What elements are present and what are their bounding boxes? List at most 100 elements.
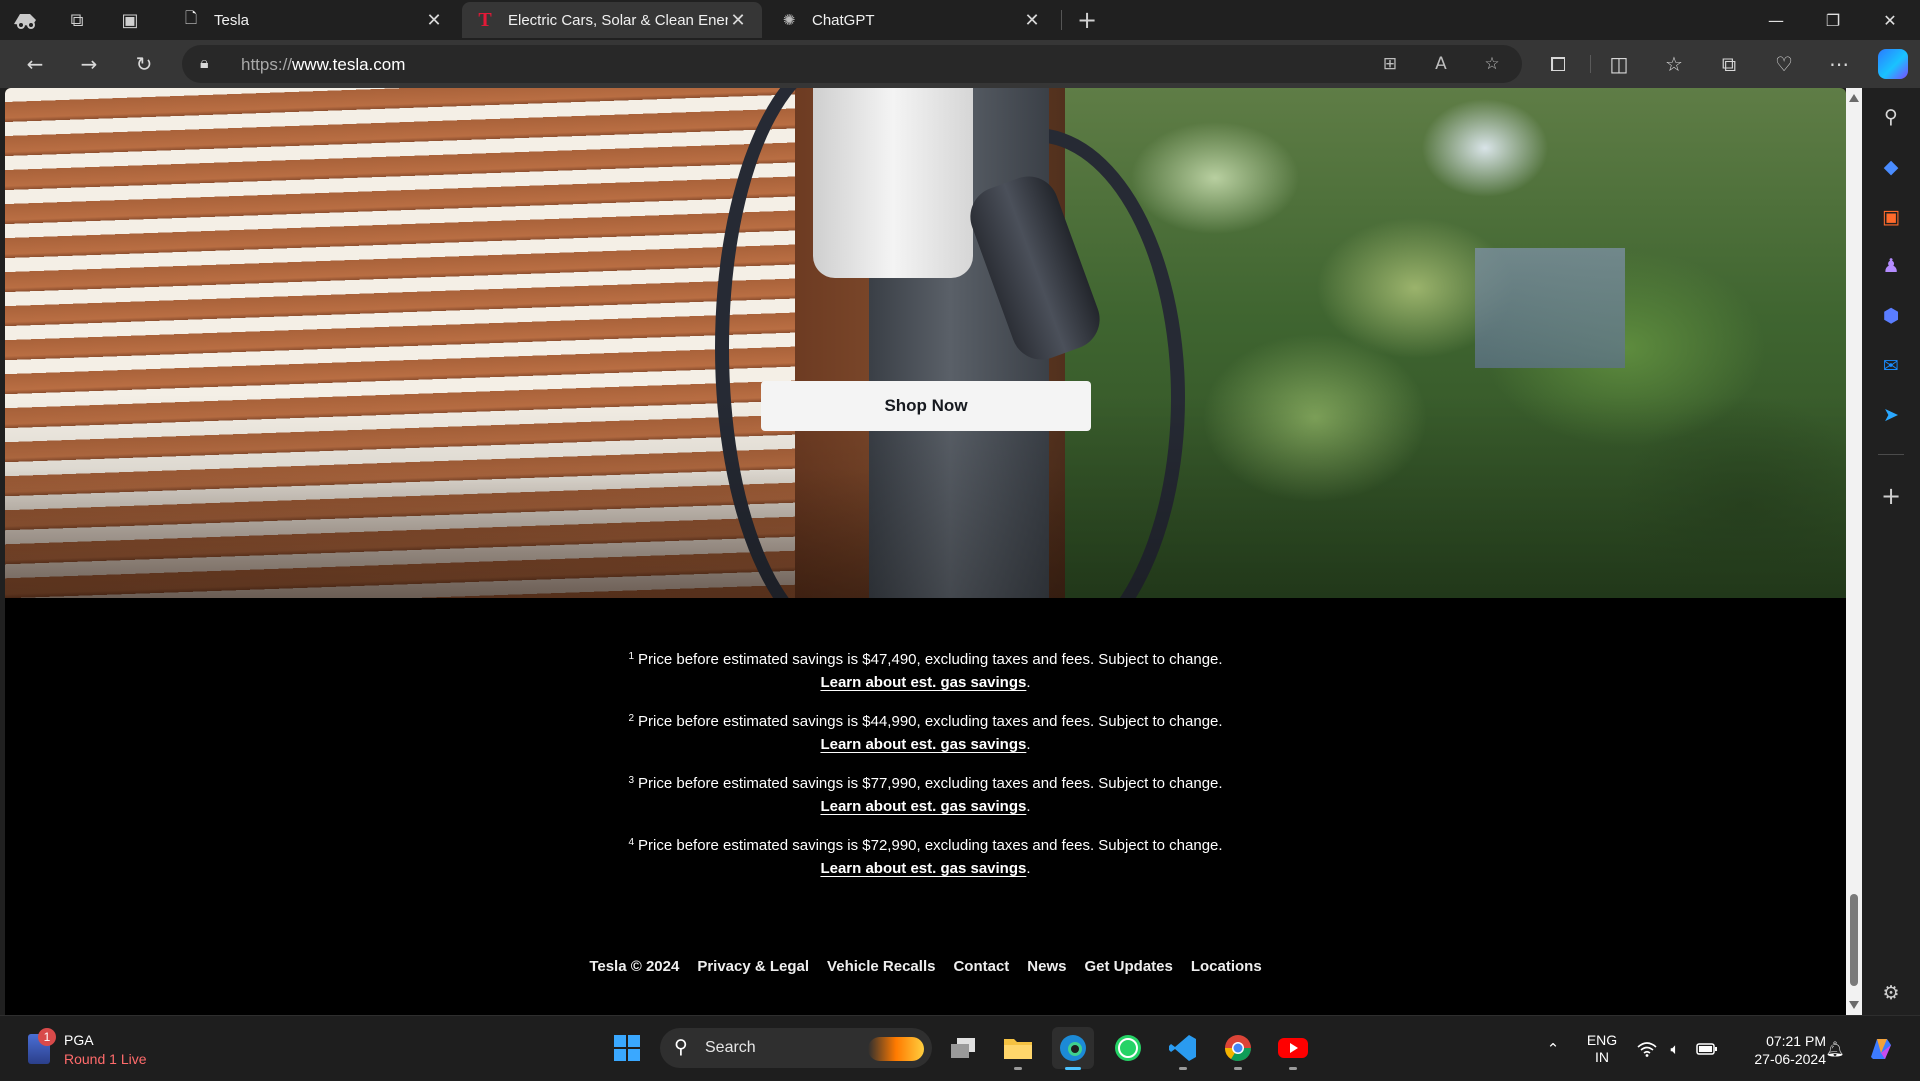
- back-button[interactable]: ←: [18, 48, 52, 80]
- app-available-icon[interactable]: ⊞: [1375, 50, 1405, 78]
- chrome-button[interactable]: [1217, 1027, 1259, 1070]
- search-icon: ⚲: [674, 1036, 688, 1058]
- tab-chatgpt[interactable]: ✺ ChatGPT ✕: [766, 2, 1056, 38]
- taskbar-search[interactable]: ⚲ Search: [660, 1028, 932, 1068]
- gas-savings-link[interactable]: Learn about est. gas savings: [820, 798, 1026, 815]
- settings-gear-icon[interactable]: ⚙: [1876, 978, 1906, 1008]
- footnote-text-line: 1 Price before estimated savings is $47,4…: [5, 648, 1846, 671]
- footnote-link-line: Learn about est. gas savings.: [5, 733, 1846, 756]
- battery-icon[interactable]: [1694, 1016, 1720, 1081]
- tesla-logo-icon: T: [478, 8, 492, 31]
- footnote: 1 Price before estimated savings is $47,4…: [5, 648, 1846, 694]
- page-viewport: Shop Now 1 Price before estimated savings…: [5, 88, 1846, 1015]
- clock[interactable]: 07:21 PM 27-06-2024: [1732, 1032, 1826, 1068]
- running-indicator: [1234, 1067, 1242, 1070]
- page-scrollbar[interactable]: [1846, 88, 1862, 1015]
- footer-link-privacy[interactable]: Privacy & Legal: [697, 958, 809, 975]
- wifi-icon[interactable]: [1634, 1016, 1660, 1081]
- task-view-button[interactable]: [942, 1027, 984, 1069]
- footnote: 4 Price before estimated savings is $72,9…: [5, 834, 1846, 880]
- close-window-button[interactable]: ✕: [1862, 0, 1918, 40]
- gas-savings-link[interactable]: Learn about est. gas savings: [820, 736, 1026, 753]
- footnote-text-line: 3 Price before estimated savings is $77,9…: [5, 772, 1846, 795]
- add-icon[interactable]: +: [1876, 481, 1906, 511]
- tools-icon[interactable]: ▣: [1876, 202, 1906, 232]
- search-highlight-icon: [868, 1037, 924, 1061]
- url-protocol: https://: [241, 55, 293, 74]
- outlook-icon[interactable]: ✉: [1876, 351, 1906, 381]
- toolbar-divider: [1590, 55, 1591, 73]
- forward-button[interactable]: →: [72, 48, 106, 80]
- footer-link-locations[interactable]: Locations: [1191, 958, 1262, 975]
- footnote-text: Price before estimated savings is $47,49…: [638, 651, 1223, 668]
- close-tab-icon[interactable]: ✕: [424, 10, 444, 31]
- show-hidden-icons-chevron-icon[interactable]: ⌃: [1540, 1016, 1566, 1081]
- youtube-button[interactable]: [1272, 1027, 1314, 1070]
- restore-button[interactable]: ❐: [1805, 0, 1861, 40]
- input-language[interactable]: ENG IN: [1582, 1032, 1622, 1066]
- file-explorer-button[interactable]: [997, 1027, 1039, 1070]
- url-text[interactable]: https://www.tesla.com: [241, 55, 405, 75]
- lock-icon[interactable]: 🔒︎: [200, 53, 209, 73]
- whatsapp-button[interactable]: [1107, 1027, 1149, 1069]
- footer-link-news[interactable]: News: [1027, 958, 1066, 975]
- copilot-icon[interactable]: [1878, 49, 1908, 79]
- vscode-button[interactable]: [1162, 1027, 1204, 1070]
- widget-subtitle: Round 1 Live: [64, 1051, 147, 1067]
- hero-image: Shop Now: [5, 88, 1846, 598]
- send-icon[interactable]: ➤: [1876, 400, 1906, 430]
- footer-link-contact[interactable]: Contact: [953, 958, 1009, 975]
- tab-tesla[interactable]: 🗋 Tesla ✕: [168, 2, 458, 38]
- scroll-up-arrow[interactable]: [1849, 94, 1859, 102]
- gas-savings-link[interactable]: Learn about est. gas savings: [820, 674, 1026, 691]
- workspaces-icon[interactable]: ⧉: [64, 7, 90, 33]
- split-screen-icon[interactable]: ◫: [1602, 48, 1636, 80]
- tab-strip: ⧉ ▣ 🗋 Tesla ✕ T Electric Cars, Solar & C…: [0, 0, 1920, 40]
- tab-actions-icon[interactable]: ▣: [117, 7, 143, 33]
- read-aloud-icon[interactable]: A: [1426, 50, 1456, 78]
- shopping-tag-icon[interactable]: ◆: [1876, 152, 1906, 182]
- copilot-taskbar-icon[interactable]: [1864, 1016, 1898, 1081]
- widgets-button[interactable]: 1 PGA Round 1 Live: [24, 1028, 164, 1070]
- favorite-star-icon[interactable]: ☆: [1477, 50, 1507, 78]
- volume-icon[interactable]: 🔈︎: [1662, 1016, 1688, 1081]
- notifications-bell-icon[interactable]: 🔔︎: [1822, 1016, 1848, 1081]
- search-icon[interactable]: ⚲: [1876, 102, 1906, 132]
- games-icon[interactable]: ♟: [1876, 251, 1906, 281]
- collections-icon[interactable]: ⧉: [1712, 48, 1746, 80]
- vscode-icon: [1169, 1035, 1196, 1061]
- address-bar[interactable]: 🔒︎ https://www.tesla.com ⊞ A ☆: [182, 45, 1522, 83]
- refresh-button[interactable]: ↻: [127, 48, 161, 80]
- scroll-thumb[interactable]: [1850, 894, 1858, 986]
- footnote-number: 3: [628, 775, 635, 786]
- tab-tesla-home[interactable]: T Electric Cars, Solar & Clean Energ ✕: [462, 2, 762, 38]
- footer-link-updates[interactable]: Get Updates: [1084, 958, 1172, 975]
- close-tab-icon[interactable]: ✕: [1022, 10, 1042, 31]
- sidebar-divider: [1878, 454, 1904, 455]
- favorites-icon[interactable]: ☆: [1657, 48, 1691, 80]
- widget-title: PGA: [64, 1032, 94, 1048]
- profile-icon[interactable]: [12, 7, 38, 33]
- lang-region: IN: [1595, 1049, 1609, 1065]
- footnote-period: .: [1026, 736, 1031, 753]
- new-tab-button[interactable]: +: [1074, 6, 1100, 34]
- footnote-link-line: Learn about est. gas savings.: [5, 795, 1846, 818]
- browser-essentials-icon[interactable]: ♡: [1767, 48, 1801, 80]
- search-label: Search: [705, 1039, 756, 1056]
- task-view-icon: [951, 1038, 975, 1058]
- start-button[interactable]: [606, 1027, 648, 1069]
- edge-taskbar-button[interactable]: [1052, 1027, 1094, 1070]
- windows-logo-icon: [614, 1035, 640, 1061]
- microsoft-365-icon[interactable]: ⬢: [1876, 301, 1906, 331]
- close-tab-icon[interactable]: ✕: [728, 10, 748, 31]
- more-options-icon[interactable]: ⋯: [1822, 48, 1856, 80]
- scroll-down-arrow[interactable]: [1849, 1001, 1859, 1009]
- running-indicator: [1289, 1067, 1297, 1070]
- tab-title: Tesla: [214, 11, 250, 29]
- footer-link-recalls[interactable]: Vehicle Recalls: [827, 958, 935, 975]
- gas-savings-link[interactable]: Learn about est. gas savings: [820, 860, 1026, 877]
- extensions-icon[interactable]: ⧠: [1541, 48, 1575, 80]
- minimize-button[interactable]: —: [1748, 0, 1804, 40]
- footnote-text: Price before estimated savings is $72,99…: [638, 837, 1223, 854]
- shop-now-button[interactable]: Shop Now: [761, 381, 1091, 431]
